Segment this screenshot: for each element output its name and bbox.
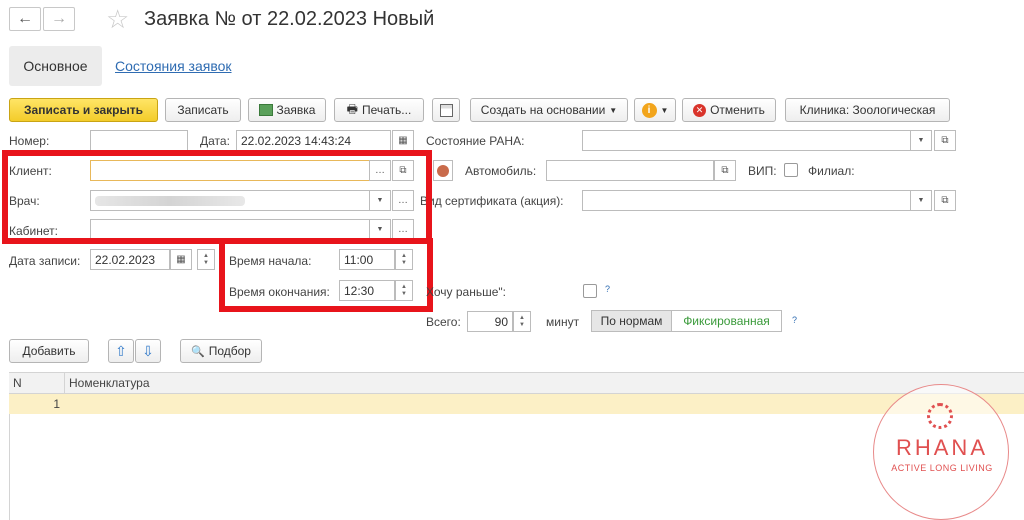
spin-down-icon: ▼ [519, 321, 525, 328]
watermark-tagline: ACTIVE LONG LIVING [891, 463, 993, 473]
request-button[interactable]: Заявка [248, 98, 326, 122]
branch-label: Филиал: [808, 164, 855, 178]
number-field[interactable] [90, 130, 188, 151]
car-field[interactable] [546, 160, 714, 181]
pick-button[interactable]: 🔍 Подбор [180, 339, 262, 363]
help-icon[interactable]: ? [792, 315, 797, 325]
help-icon[interactable]: ? [605, 284, 610, 294]
raha-open-button[interactable]: ⧉ [934, 130, 956, 151]
row-number: 1 [53, 397, 60, 411]
open-window-icon: ⧉ [941, 195, 949, 206]
calendar-icon: ▦ [176, 254, 186, 265]
move-down-button[interactable]: ⇩ [135, 339, 161, 363]
vip-label: ВИП: [748, 164, 777, 178]
user-card-icon [437, 164, 449, 177]
total-field[interactable]: 90 [467, 311, 513, 332]
earlier-label: Хочу раньше": [426, 285, 506, 299]
star-icon[interactable]: ☆ [106, 4, 129, 35]
record-date-label: Дата записи: [9, 254, 81, 268]
save-close-button[interactable]: Записать и закрыть [9, 98, 158, 122]
request-label: Заявка [276, 103, 316, 117]
add-label: Добавить [22, 344, 76, 358]
tab-states-link[interactable]: Состояния заявок [115, 58, 232, 74]
highlight-box-client [2, 150, 432, 244]
spin-up-icon: ▲ [203, 252, 209, 259]
save-close-label: Записать и закрыть [24, 103, 143, 117]
raha-dropdown-button[interactable]: ▼ [910, 130, 932, 151]
table-icon [439, 103, 453, 117]
info-icon: i [641, 102, 657, 118]
document-green-icon [258, 104, 273, 116]
print-label: Печать... [362, 103, 412, 117]
watermark-brand: RHANA [895, 435, 988, 460]
number-label: Номер: [9, 134, 50, 148]
total-spinner[interactable]: ▲ ▼ [513, 311, 531, 332]
create-based-label: Создать на основании [480, 103, 606, 117]
record-date-calendar-button[interactable]: ▦ [170, 249, 192, 270]
save-button[interactable]: Записать [165, 98, 241, 122]
certificate-field[interactable] [582, 190, 912, 211]
column-header-n[interactable]: N [13, 376, 22, 390]
add-button[interactable]: Добавить [9, 339, 89, 363]
record-date-field[interactable]: 22.02.2023 [90, 249, 170, 270]
certificate-label: Вид сертификата (акция): [420, 194, 564, 208]
column-header-nomenclature[interactable]: Номенклатура [69, 376, 150, 390]
spin-down-icon: ▼ [203, 259, 209, 266]
chevron-down-icon: ▼ [917, 137, 925, 144]
info-button[interactable]: i ▼ [634, 98, 676, 122]
calendar-icon: ▦ [398, 135, 408, 146]
car-open-button[interactable]: ⧉ [714, 160, 736, 181]
vip-checkbox[interactable] [784, 163, 798, 177]
open-window-icon: ⧉ [721, 165, 729, 176]
chevron-down-icon: ▼ [660, 105, 669, 115]
back-button[interactable]: ← [9, 7, 41, 31]
cancel-icon: ✕ [693, 103, 707, 117]
move-up-button[interactable]: ⇧ [108, 339, 134, 363]
minutes-label: минут [546, 315, 580, 329]
client-card-button[interactable] [433, 160, 453, 181]
date-label: Дата: [200, 134, 230, 148]
report-button[interactable] [432, 98, 460, 122]
create-based-button[interactable]: Создать на основании ▼ [470, 98, 628, 122]
clinic-button[interactable]: Клиника: Зоологическая [785, 98, 950, 122]
save-label: Записать [177, 103, 229, 117]
window-title: Заявка № от 22.02.2023 Новый [144, 8, 435, 30]
cancel-label: Отменить [710, 103, 765, 117]
highlight-box-time [219, 238, 433, 312]
calendar-button[interactable]: ▦ [392, 130, 414, 151]
arrow-right-icon: → [51, 10, 67, 27]
print-button[interactable]: 🖶 Печать... [334, 98, 424, 122]
certificate-open-button[interactable]: ⧉ [934, 190, 956, 211]
by-norms-button[interactable]: По нормам [591, 310, 672, 332]
magnifier-icon: 🔍 [191, 345, 205, 358]
table-header [9, 372, 1024, 394]
table-row[interactable] [9, 394, 1024, 414]
arrow-up-icon: ⇧ [115, 342, 127, 359]
pick-label: Подбор [208, 344, 251, 358]
total-label: Всего: [426, 315, 461, 329]
date-field[interactable]: 22.02.2023 14:43:24 [236, 130, 391, 151]
open-window-icon: ⧉ [941, 135, 949, 146]
record-date-spinner[interactable]: ▲ ▼ [197, 249, 215, 270]
chevron-down-icon: ▼ [609, 105, 618, 115]
column-divider [64, 372, 65, 394]
clinic-label: Клиника: Зоологическая [799, 103, 936, 117]
arrow-down-icon: ⇩ [142, 342, 154, 359]
raha-field[interactable] [582, 130, 912, 151]
printer-icon: 🖶 [346, 101, 358, 116]
rhana-watermark: RHANA ACTIVE LONG LIVING [873, 384, 1009, 520]
cancel-button[interactable]: ✕ Отменить [682, 98, 776, 122]
car-label: Автомобиль: [465, 164, 537, 178]
fixed-button[interactable]: Фиксированная [671, 310, 782, 332]
certificate-dropdown-button[interactable]: ▼ [910, 190, 932, 211]
chevron-down-icon: ▼ [917, 197, 925, 204]
tab-main[interactable]: Основное [9, 46, 102, 86]
forward-button[interactable]: → [43, 7, 75, 31]
rhana-logo-icon [927, 403, 953, 429]
spin-up-icon: ▲ [519, 314, 525, 321]
raha-label: Состояние РАНА: [426, 134, 525, 148]
arrow-left-icon: ← [17, 10, 33, 27]
earlier-checkbox[interactable] [583, 284, 597, 298]
